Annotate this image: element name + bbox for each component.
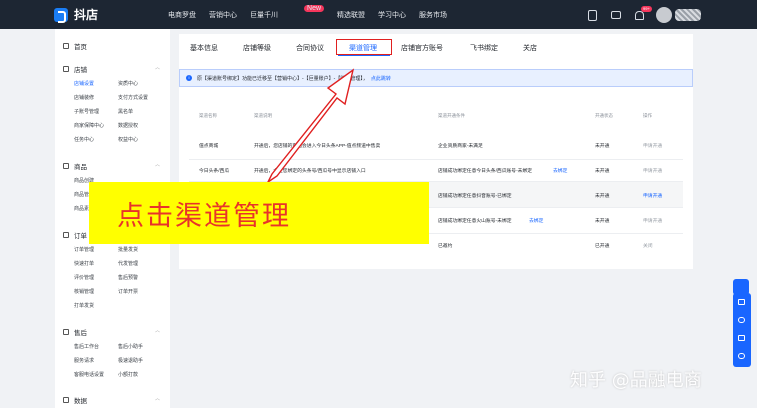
floating-toolbar bbox=[733, 293, 751, 367]
watermark: 知乎 @品融电商 bbox=[570, 370, 702, 391]
banner-text: 点击渠道管理 bbox=[117, 200, 291, 232]
headset-icon[interactable] bbox=[738, 317, 745, 323]
arrow-shape bbox=[266, 68, 355, 185]
edit-icon[interactable] bbox=[738, 335, 745, 341]
message-icon[interactable] bbox=[738, 353, 745, 359]
annotation-banner: 点击渠道管理 bbox=[89, 182, 429, 244]
document-icon[interactable] bbox=[738, 299, 745, 305]
